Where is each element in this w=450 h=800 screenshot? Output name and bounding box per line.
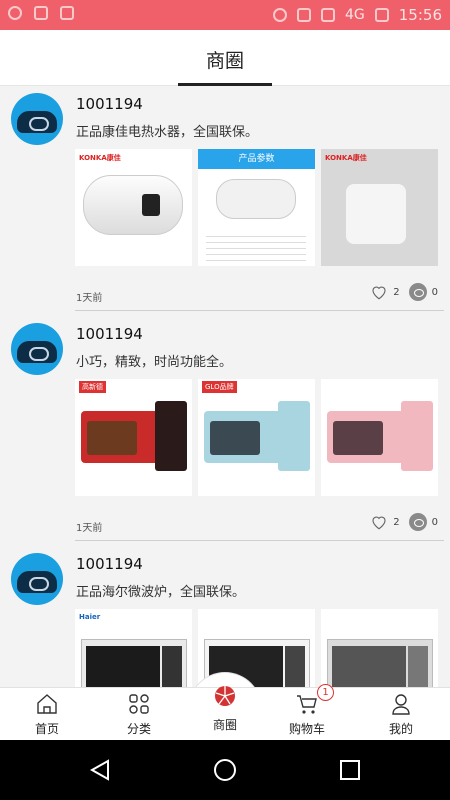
spec-header: 产品参数: [198, 149, 315, 169]
network-label: 4G: [345, 7, 365, 23]
post-image[interactable]: 高新德: [75, 379, 192, 496]
location-icon: [273, 8, 287, 22]
home-button-icon[interactable]: [213, 758, 237, 782]
like-count: 2: [393, 516, 400, 528]
tab-label: 分类: [126, 722, 151, 736]
post-image[interactable]: KONKA康佳: [321, 149, 438, 266]
battery-icon: [374, 8, 389, 22]
title-underline: [178, 83, 272, 86]
page-header: 商圈: [0, 30, 450, 86]
divider: [75, 540, 444, 541]
post-text: 小巧，精致，时尚功能全。: [76, 355, 233, 370]
post-feed[interactable]: 1001194 正品康佳电热水器，全国联保。 KONKA康佳 产品参数 KONK…: [0, 87, 450, 687]
system-nav-bar: [0, 740, 450, 800]
like-count: 2: [393, 286, 400, 298]
view-icon: [408, 513, 427, 531]
divider: [75, 310, 444, 311]
cart-icon: [297, 695, 317, 714]
status-bar: 4G 15:56: [0, 0, 450, 30]
brand-logo: KONKA康佳: [79, 154, 121, 162]
post-image[interactable]: [321, 379, 438, 496]
post-text: 正品海尔微波炉，全国联保。: [76, 585, 246, 600]
view-icon: [408, 283, 427, 301]
tab-label: 我的: [388, 722, 413, 736]
tab-category[interactable]: 分类: [94, 688, 184, 741]
post-image[interactable]: Haier: [75, 609, 192, 687]
product-tag: 高新德: [79, 381, 106, 393]
heart-icon[interactable]: [370, 513, 388, 531]
notification-icon: [8, 6, 22, 20]
tab-label: 购物车: [288, 722, 325, 736]
post-username[interactable]: 1001194: [76, 325, 143, 343]
tab-profile[interactable]: 我的: [356, 688, 446, 741]
post-image[interactable]: KONKA康佳: [75, 149, 192, 266]
post-text: 正品康佳电热水器，全国联保。: [76, 125, 259, 140]
wifi-icon: [321, 8, 335, 22]
tab-home[interactable]: 首页: [2, 688, 92, 741]
post-image[interactable]: 产品参数: [198, 149, 315, 266]
avatar[interactable]: [11, 553, 63, 605]
recents-icon[interactable]: [338, 758, 362, 782]
post-image[interactable]: [321, 609, 438, 687]
post-image[interactable]: GLO品牌: [198, 379, 315, 496]
post-item[interactable]: 1001194 小巧，精致，时尚功能全。 高新德 GLO品牌 1天前 2 0: [0, 317, 450, 547]
tab-label: 首页: [34, 722, 59, 736]
back-icon[interactable]: [88, 758, 112, 782]
grid-icon: [129, 694, 149, 714]
post-username[interactable]: 1001194: [76, 555, 143, 573]
view-count: 0: [431, 286, 438, 298]
post-item[interactable]: 1001194 正品海尔微波炉，全国联保。 Haier: [0, 547, 450, 687]
image-icon: [34, 6, 48, 20]
post-item[interactable]: 1001194 正品康佳电热水器，全国联保。 KONKA康佳 产品参数 KONK…: [0, 87, 450, 317]
tab-cart[interactable]: 1 购物车: [262, 684, 352, 741]
avatar[interactable]: [11, 93, 63, 145]
page-title: 商圈: [205, 50, 244, 72]
tab-circle[interactable]: 商圈: [180, 686, 270, 741]
aperture-icon: [215, 686, 235, 706]
vibrate-icon: [297, 8, 311, 22]
cart-badge: 1: [317, 684, 334, 701]
user-icon: [392, 694, 410, 715]
brand-logo: Haier: [79, 613, 101, 621]
clock: 15:56: [398, 6, 442, 24]
post-username[interactable]: 1001194: [76, 95, 143, 113]
view-count: 0: [431, 516, 438, 528]
brand-logo: KONKA康佳: [325, 154, 367, 162]
product-tag: GLO品牌: [202, 381, 237, 393]
lock-icon: [60, 6, 74, 20]
post-time: 1天前: [76, 523, 103, 534]
home-icon: [37, 694, 57, 714]
heart-icon[interactable]: [370, 283, 388, 301]
bottom-tab-bar: 首页 分类 商圈 1 购物车 我的: [0, 684, 450, 741]
post-time: 1天前: [76, 293, 103, 304]
tab-label: 商圈: [212, 718, 237, 732]
avatar[interactable]: [11, 323, 63, 375]
